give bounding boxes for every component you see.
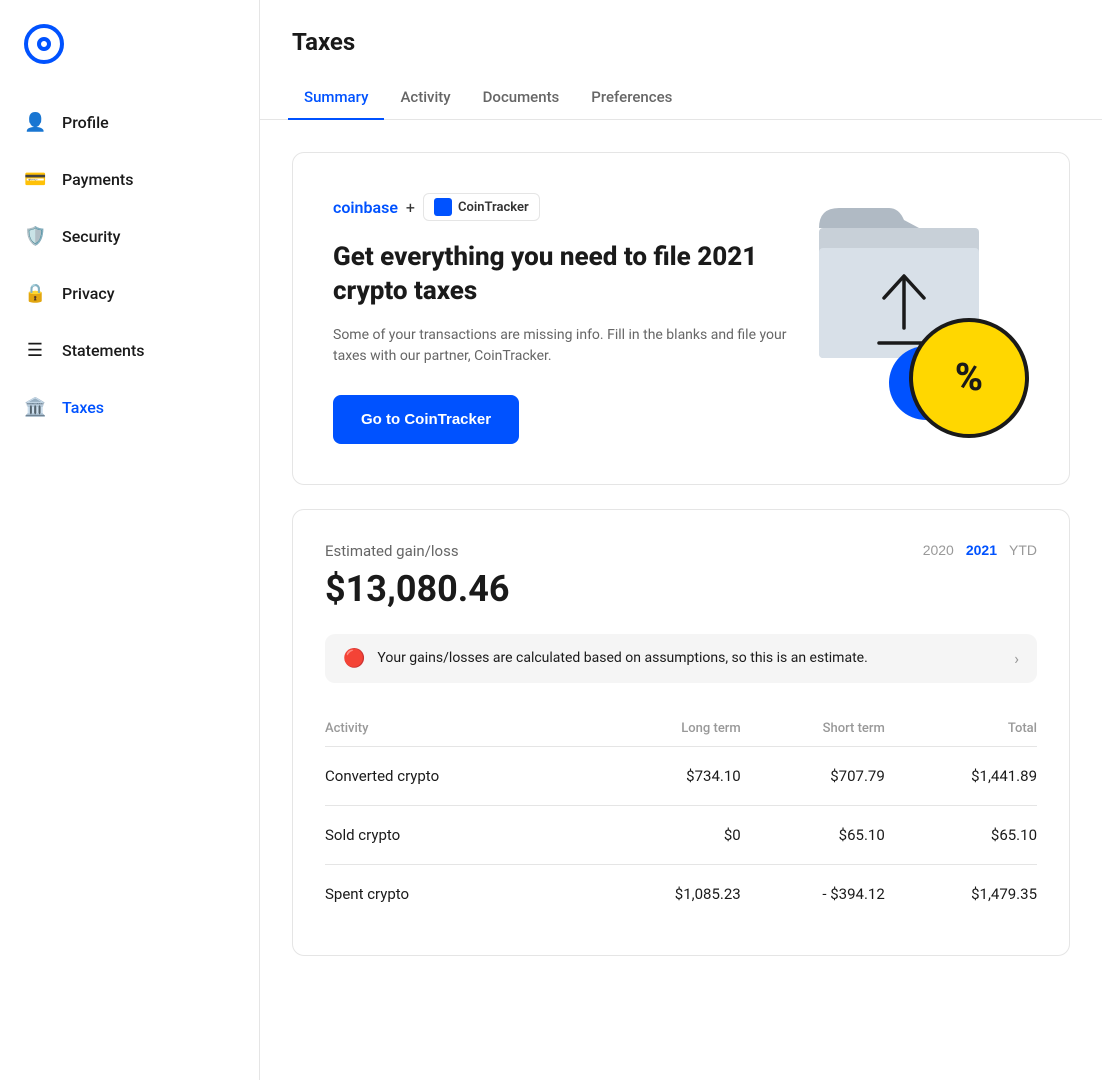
- cta-button[interactable]: Go to CoinTracker: [333, 395, 519, 444]
- row-activity-1: Sold crypto: [325, 805, 589, 864]
- row-shortterm-0: $707.79: [741, 746, 885, 805]
- year-ytd-button[interactable]: YTD: [1009, 542, 1037, 558]
- sidebar-item-label-statements: Statements: [62, 341, 145, 360]
- table-row: Converted crypto $734.10 $707.79 $1,441.…: [325, 746, 1037, 805]
- sidebar-navigation: 👤 Profile 💳 Payments 🛡️ Security 🔒 Priva…: [0, 96, 259, 434]
- col-header-total: Total: [885, 711, 1037, 747]
- profile-icon: 👤: [24, 112, 46, 133]
- gainloss-header: Estimated gain/loss 2020 2021 YTD: [325, 542, 1037, 560]
- sidebar-item-profile[interactable]: 👤 Profile: [0, 96, 259, 149]
- row-shortterm-2: - $394.12: [741, 864, 885, 923]
- plus-separator: +: [406, 198, 415, 217]
- promo-content: coinbase + CoinTracker Get everything yo…: [333, 193, 789, 444]
- security-icon: 🛡️: [24, 226, 46, 247]
- cointracker-name: CoinTracker: [458, 200, 529, 215]
- table-row: Sold crypto $0 $65.10 $65.10: [325, 805, 1037, 864]
- sidebar: 👤 Profile 💳 Payments 🛡️ Security 🔒 Priva…: [0, 0, 260, 1080]
- col-header-activity: Activity: [325, 711, 589, 747]
- row-shortterm-1: $65.10: [741, 805, 885, 864]
- gainloss-card: Estimated gain/loss 2020 2021 YTD $13,08…: [292, 509, 1070, 956]
- row-longterm-1: $0: [589, 805, 741, 864]
- year-2021-button[interactable]: 2021: [966, 542, 997, 558]
- percent-circle: %: [909, 318, 1029, 438]
- sidebar-item-label-privacy: Privacy: [62, 284, 115, 303]
- row-activity-0: Converted crypto: [325, 746, 589, 805]
- tab-preferences[interactable]: Preferences: [575, 76, 688, 120]
- sidebar-item-label-profile: Profile: [62, 113, 109, 132]
- promo-brands: coinbase + CoinTracker: [333, 193, 789, 221]
- warning-text: Your gains/losses are calculated based o…: [377, 650, 1002, 666]
- promo-card: coinbase + CoinTracker Get everything yo…: [292, 152, 1070, 485]
- page-header: Taxes Summary Activity Documents Prefere…: [260, 0, 1102, 120]
- promo-headline: Get everything you need to file 2021 cry…: [333, 241, 789, 309]
- cointracker-brand: CoinTracker: [423, 193, 540, 221]
- tab-summary[interactable]: Summary: [288, 76, 384, 120]
- sidebar-item-privacy[interactable]: 🔒 Privacy: [0, 267, 259, 320]
- gainloss-title: Estimated gain/loss: [325, 542, 459, 560]
- col-header-shortterm: Short term: [741, 711, 885, 747]
- sidebar-item-label-payments: Payments: [62, 170, 133, 189]
- sidebar-item-payments[interactable]: 💳 Payments: [0, 153, 259, 206]
- sidebar-item-label-taxes: Taxes: [62, 398, 104, 417]
- table-row: Spent crypto $1,085.23 - $394.12 $1,479.…: [325, 864, 1037, 923]
- row-activity-2: Spent crypto: [325, 864, 589, 923]
- row-total-1: $65.10: [885, 805, 1037, 864]
- promo-description: Some of your transactions are missing in…: [333, 325, 789, 367]
- sidebar-item-taxes[interactable]: 🏛️ Taxes: [0, 381, 259, 434]
- col-header-longterm: Long term: [589, 711, 741, 747]
- row-longterm-0: $734.10: [589, 746, 741, 805]
- tab-bar: Summary Activity Documents Preferences: [288, 76, 1074, 119]
- row-longterm-2: $1,085.23: [589, 864, 741, 923]
- promo-illustration: %: [789, 198, 1029, 438]
- tab-documents[interactable]: Documents: [467, 76, 576, 120]
- content-area: coinbase + CoinTracker Get everything yo…: [260, 120, 1102, 988]
- tab-activity[interactable]: Activity: [384, 76, 466, 120]
- sidebar-item-statements[interactable]: ☰ Statements: [0, 324, 259, 377]
- main-content: Taxes Summary Activity Documents Prefere…: [260, 0, 1102, 1080]
- privacy-icon: 🔒: [24, 283, 46, 304]
- row-total-0: $1,441.89: [885, 746, 1037, 805]
- percent-symbol: %: [955, 356, 983, 400]
- warning-icon: 🔴: [343, 648, 365, 669]
- year-2020-button[interactable]: 2020: [923, 542, 954, 558]
- sidebar-item-security[interactable]: 🛡️ Security: [0, 210, 259, 263]
- row-total-2: $1,479.35: [885, 864, 1037, 923]
- sidebar-item-label-security: Security: [62, 227, 120, 246]
- warning-chevron-icon: ›: [1014, 649, 1019, 668]
- activity-table: Activity Long term Short term Total Conv…: [325, 711, 1037, 923]
- payments-icon: 💳: [24, 169, 46, 190]
- gainloss-amount: $13,080.46: [325, 568, 1037, 610]
- cointracker-icon: [434, 198, 452, 216]
- logo[interactable]: [0, 24, 259, 96]
- taxes-icon: 🏛️: [24, 397, 46, 418]
- coinbase-brand: coinbase: [333, 198, 398, 217]
- statements-icon: ☰: [24, 340, 46, 361]
- page-title: Taxes: [292, 28, 1070, 56]
- warning-banner[interactable]: 🔴 Your gains/losses are calculated based…: [325, 634, 1037, 683]
- year-selector: 2020 2021 YTD: [923, 542, 1037, 558]
